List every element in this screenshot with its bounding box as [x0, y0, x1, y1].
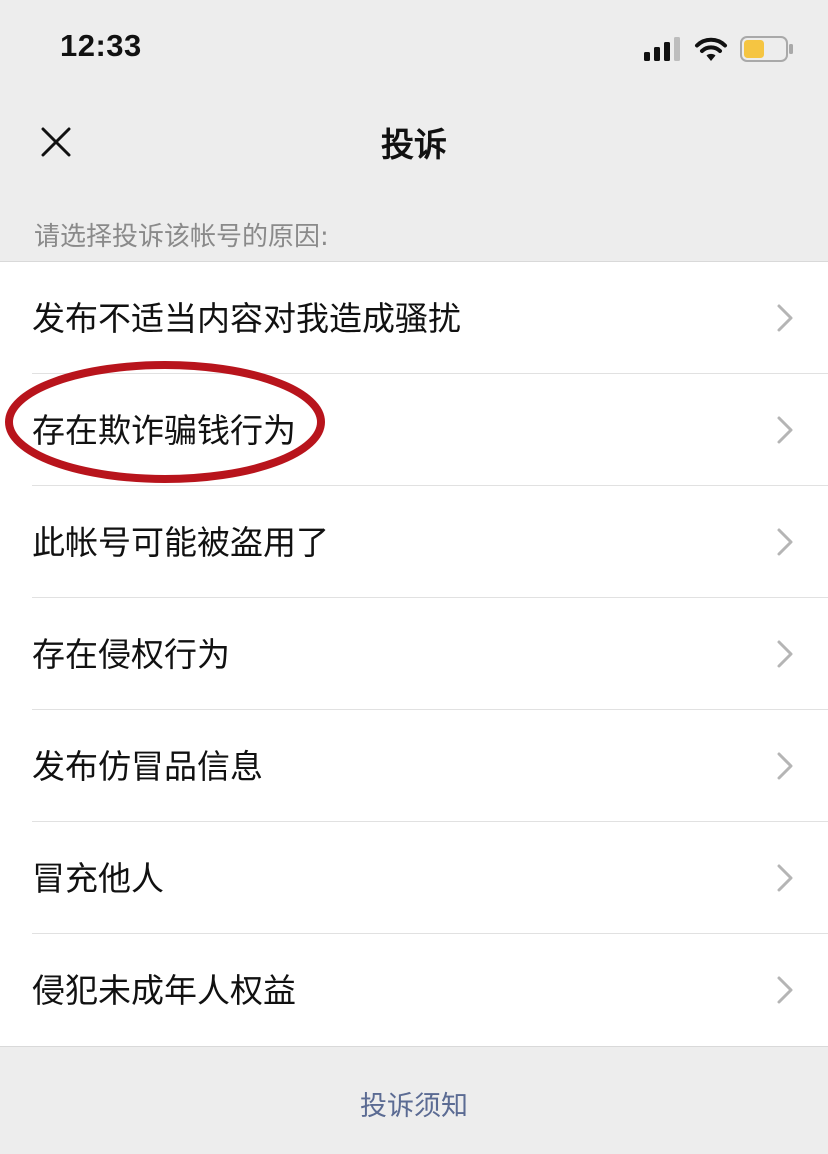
- reason-label: 发布不适当内容对我造成骚扰: [32, 298, 461, 338]
- reason-item-fraud[interactable]: 存在欺诈骗钱行为: [0, 374, 828, 486]
- chevron-right-icon: [777, 416, 793, 444]
- cellular-signal-icon: [644, 37, 680, 61]
- chevron-right-icon: [777, 304, 793, 332]
- battery-level: [744, 40, 764, 58]
- reason-label: 侵犯未成年人权益: [32, 970, 296, 1010]
- status-time: 12:33: [60, 28, 142, 63]
- page-title: 投诉: [381, 125, 447, 164]
- chevron-right-icon: [777, 640, 793, 668]
- reason-label: 存在侵权行为: [32, 634, 230, 674]
- status-bar: 12:33: [0, 0, 828, 96]
- reason-label: 存在欺诈骗钱行为: [32, 410, 296, 450]
- complaint-notice-link[interactable]: 投诉须知: [0, 1084, 828, 1123]
- section-header: 请选择投诉该帐号的原因:: [34, 222, 329, 252]
- reason-item-counterfeit[interactable]: 发布仿冒品信息: [0, 710, 828, 822]
- reason-item-infringement[interactable]: 存在侵权行为: [0, 598, 828, 710]
- wifi-icon: [695, 37, 727, 61]
- reason-item-harassment[interactable]: 发布不适当内容对我造成骚扰: [0, 262, 828, 374]
- battery-icon: [740, 36, 793, 62]
- reason-list: 发布不适当内容对我造成骚扰 存在欺诈骗钱行为 此帐号可能被盗用了 存在侵权行为 …: [0, 261, 828, 1047]
- reason-item-impersonation[interactable]: 冒充他人: [0, 822, 828, 934]
- reason-label: 冒充他人: [32, 858, 164, 898]
- chevron-right-icon: [777, 752, 793, 780]
- status-icons: [644, 34, 794, 64]
- reason-item-account-stolen[interactable]: 此帐号可能被盗用了: [0, 486, 828, 598]
- chevron-right-icon: [777, 864, 793, 892]
- chevron-right-icon: [777, 528, 793, 556]
- chevron-right-icon: [777, 976, 793, 1004]
- reason-label: 发布仿冒品信息: [32, 746, 263, 786]
- reason-item-minors-rights[interactable]: 侵犯未成年人权益: [0, 934, 828, 1046]
- reason-label: 此帐号可能被盗用了: [32, 522, 329, 562]
- nav-bar: 投诉: [0, 96, 828, 192]
